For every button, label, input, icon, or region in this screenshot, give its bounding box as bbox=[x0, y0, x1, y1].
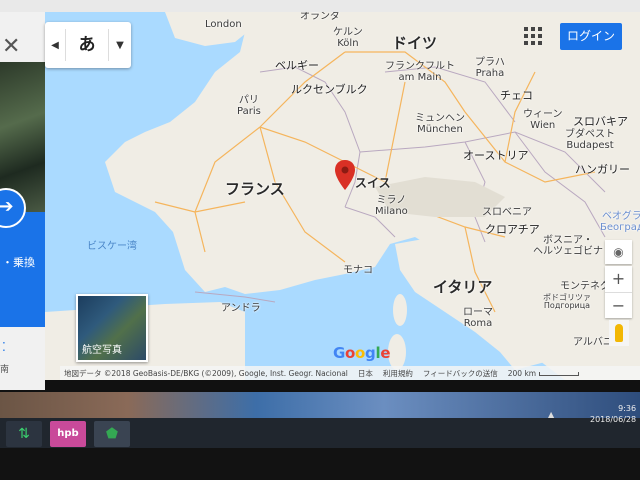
clock-time: 9:36 bbox=[618, 404, 637, 413]
label-luxembourg: ルクセンブルク bbox=[291, 83, 368, 96]
label-wien: ウィーン Wien bbox=[523, 109, 563, 131]
panel-partial-text: 南 bbox=[0, 365, 10, 375]
zoom-in-button[interactable]: + bbox=[605, 266, 632, 292]
desktop-wallpaper-strip bbox=[0, 392, 640, 418]
ime-language-widget: ◀ あ ▼ bbox=[45, 22, 131, 68]
label-bay-of-biscay: ビスケー湾 bbox=[87, 241, 137, 252]
hpb-app-button[interactable]: hpb bbox=[50, 421, 86, 447]
terms-link[interactable]: 利用規約 bbox=[383, 368, 413, 379]
label-croatia: クロアチア bbox=[485, 223, 540, 236]
sync-arrows-icon[interactable]: ⇅ bbox=[6, 421, 42, 447]
land-corsica bbox=[393, 294, 407, 326]
login-button[interactable]: ログイン bbox=[560, 23, 622, 50]
chevron-left-icon[interactable]: ◀ bbox=[45, 40, 65, 51]
monitor-bezel bbox=[0, 448, 640, 480]
maps-app-icon[interactable]: ⬟ bbox=[94, 421, 130, 447]
label-koln: ケルン Köln bbox=[333, 27, 363, 49]
label-belgium: ベルギー bbox=[275, 59, 319, 72]
label-podgorica: ポドゴリツァ Подгорица bbox=[543, 293, 591, 311]
label-roma: ローマ Roma bbox=[463, 307, 493, 329]
label-czech: チェコ bbox=[500, 89, 533, 102]
label-london: London bbox=[205, 19, 242, 30]
zoom-control: + − bbox=[605, 266, 632, 318]
label-hungary: ハンガリー bbox=[575, 163, 630, 176]
label-andorra: アンドラ bbox=[221, 303, 261, 314]
scale-label: 200 km bbox=[508, 369, 580, 378]
scale-bar bbox=[539, 371, 580, 376]
label-italy: イタリア bbox=[433, 278, 493, 296]
land-sardinia bbox=[388, 334, 406, 370]
label-praha: プラハ Praha bbox=[475, 57, 505, 79]
label-slovenia: スロベニア bbox=[482, 207, 532, 218]
zoom-out-button[interactable]: − bbox=[605, 292, 632, 318]
close-icon[interactable]: ✕ bbox=[2, 34, 20, 59]
input-mode-hiragana[interactable]: あ bbox=[65, 29, 109, 61]
label-germany: ドイツ bbox=[392, 34, 438, 52]
taskbar-clock[interactable]: 9:36 2018/06/28 bbox=[590, 403, 636, 425]
label-beograd: ベオグラ Београд bbox=[600, 211, 640, 233]
label-netherlands: オランダ bbox=[300, 12, 340, 22]
label-milano: ミラノ Milano bbox=[375, 195, 408, 217]
label-frankfurt: フランクフルト am Main bbox=[385, 61, 455, 83]
browser-top-edge bbox=[0, 0, 640, 12]
attribution-bar: 地図データ ©2018 GeoBasis-DE/BKG (©2009), Goo… bbox=[60, 366, 640, 380]
label-france: フランス bbox=[225, 180, 285, 198]
label-munchen: ミュンヘン München bbox=[415, 113, 465, 135]
google-logo: Google bbox=[333, 344, 391, 362]
my-location-icon[interactable]: ◉ bbox=[605, 240, 632, 264]
directions-label: ・乗換 bbox=[2, 256, 35, 269]
satellite-label: 航空写真 bbox=[82, 345, 122, 356]
more-icon[interactable]: ⁚ bbox=[2, 340, 6, 354]
location-marker[interactable] bbox=[335, 158, 355, 190]
chevron-down-icon[interactable]: ▼ bbox=[109, 40, 131, 51]
clock-date: 2018/06/28 bbox=[590, 415, 637, 425]
side-panel: ✕ ➔ ・乗換 ⁚ 南 bbox=[0, 12, 45, 390]
region-link[interactable]: 日本 bbox=[358, 368, 373, 379]
label-austria: オーストリア bbox=[463, 149, 529, 162]
label-budapest: ブダペスト Budapest bbox=[565, 129, 615, 151]
label-bosnia: ボスニア・ ヘルツェゴビナ bbox=[533, 235, 603, 257]
screen: ドイツ フランス スイス イタリア ベルギー ルクセンブルク チェコ オーストリ… bbox=[0, 0, 640, 480]
feedback-link[interactable]: フィードバックの送信 bbox=[423, 368, 498, 379]
street-view-pegman-icon[interactable] bbox=[609, 320, 629, 346]
apps-grid-icon[interactable] bbox=[524, 27, 542, 45]
label-slovakia: スロバキア bbox=[573, 115, 628, 128]
label-monaco: モナコ bbox=[343, 265, 373, 276]
label-paris: パリ Paris bbox=[237, 95, 261, 117]
attribution-text: 地図データ ©2018 GeoBasis-DE/BKG (©2009), Goo… bbox=[64, 368, 348, 378]
label-switzerland: スイス bbox=[355, 176, 391, 190]
satellite-toggle[interactable]: 航空写真 bbox=[76, 294, 148, 362]
tray-expand-icon[interactable]: ▲ bbox=[548, 410, 554, 419]
